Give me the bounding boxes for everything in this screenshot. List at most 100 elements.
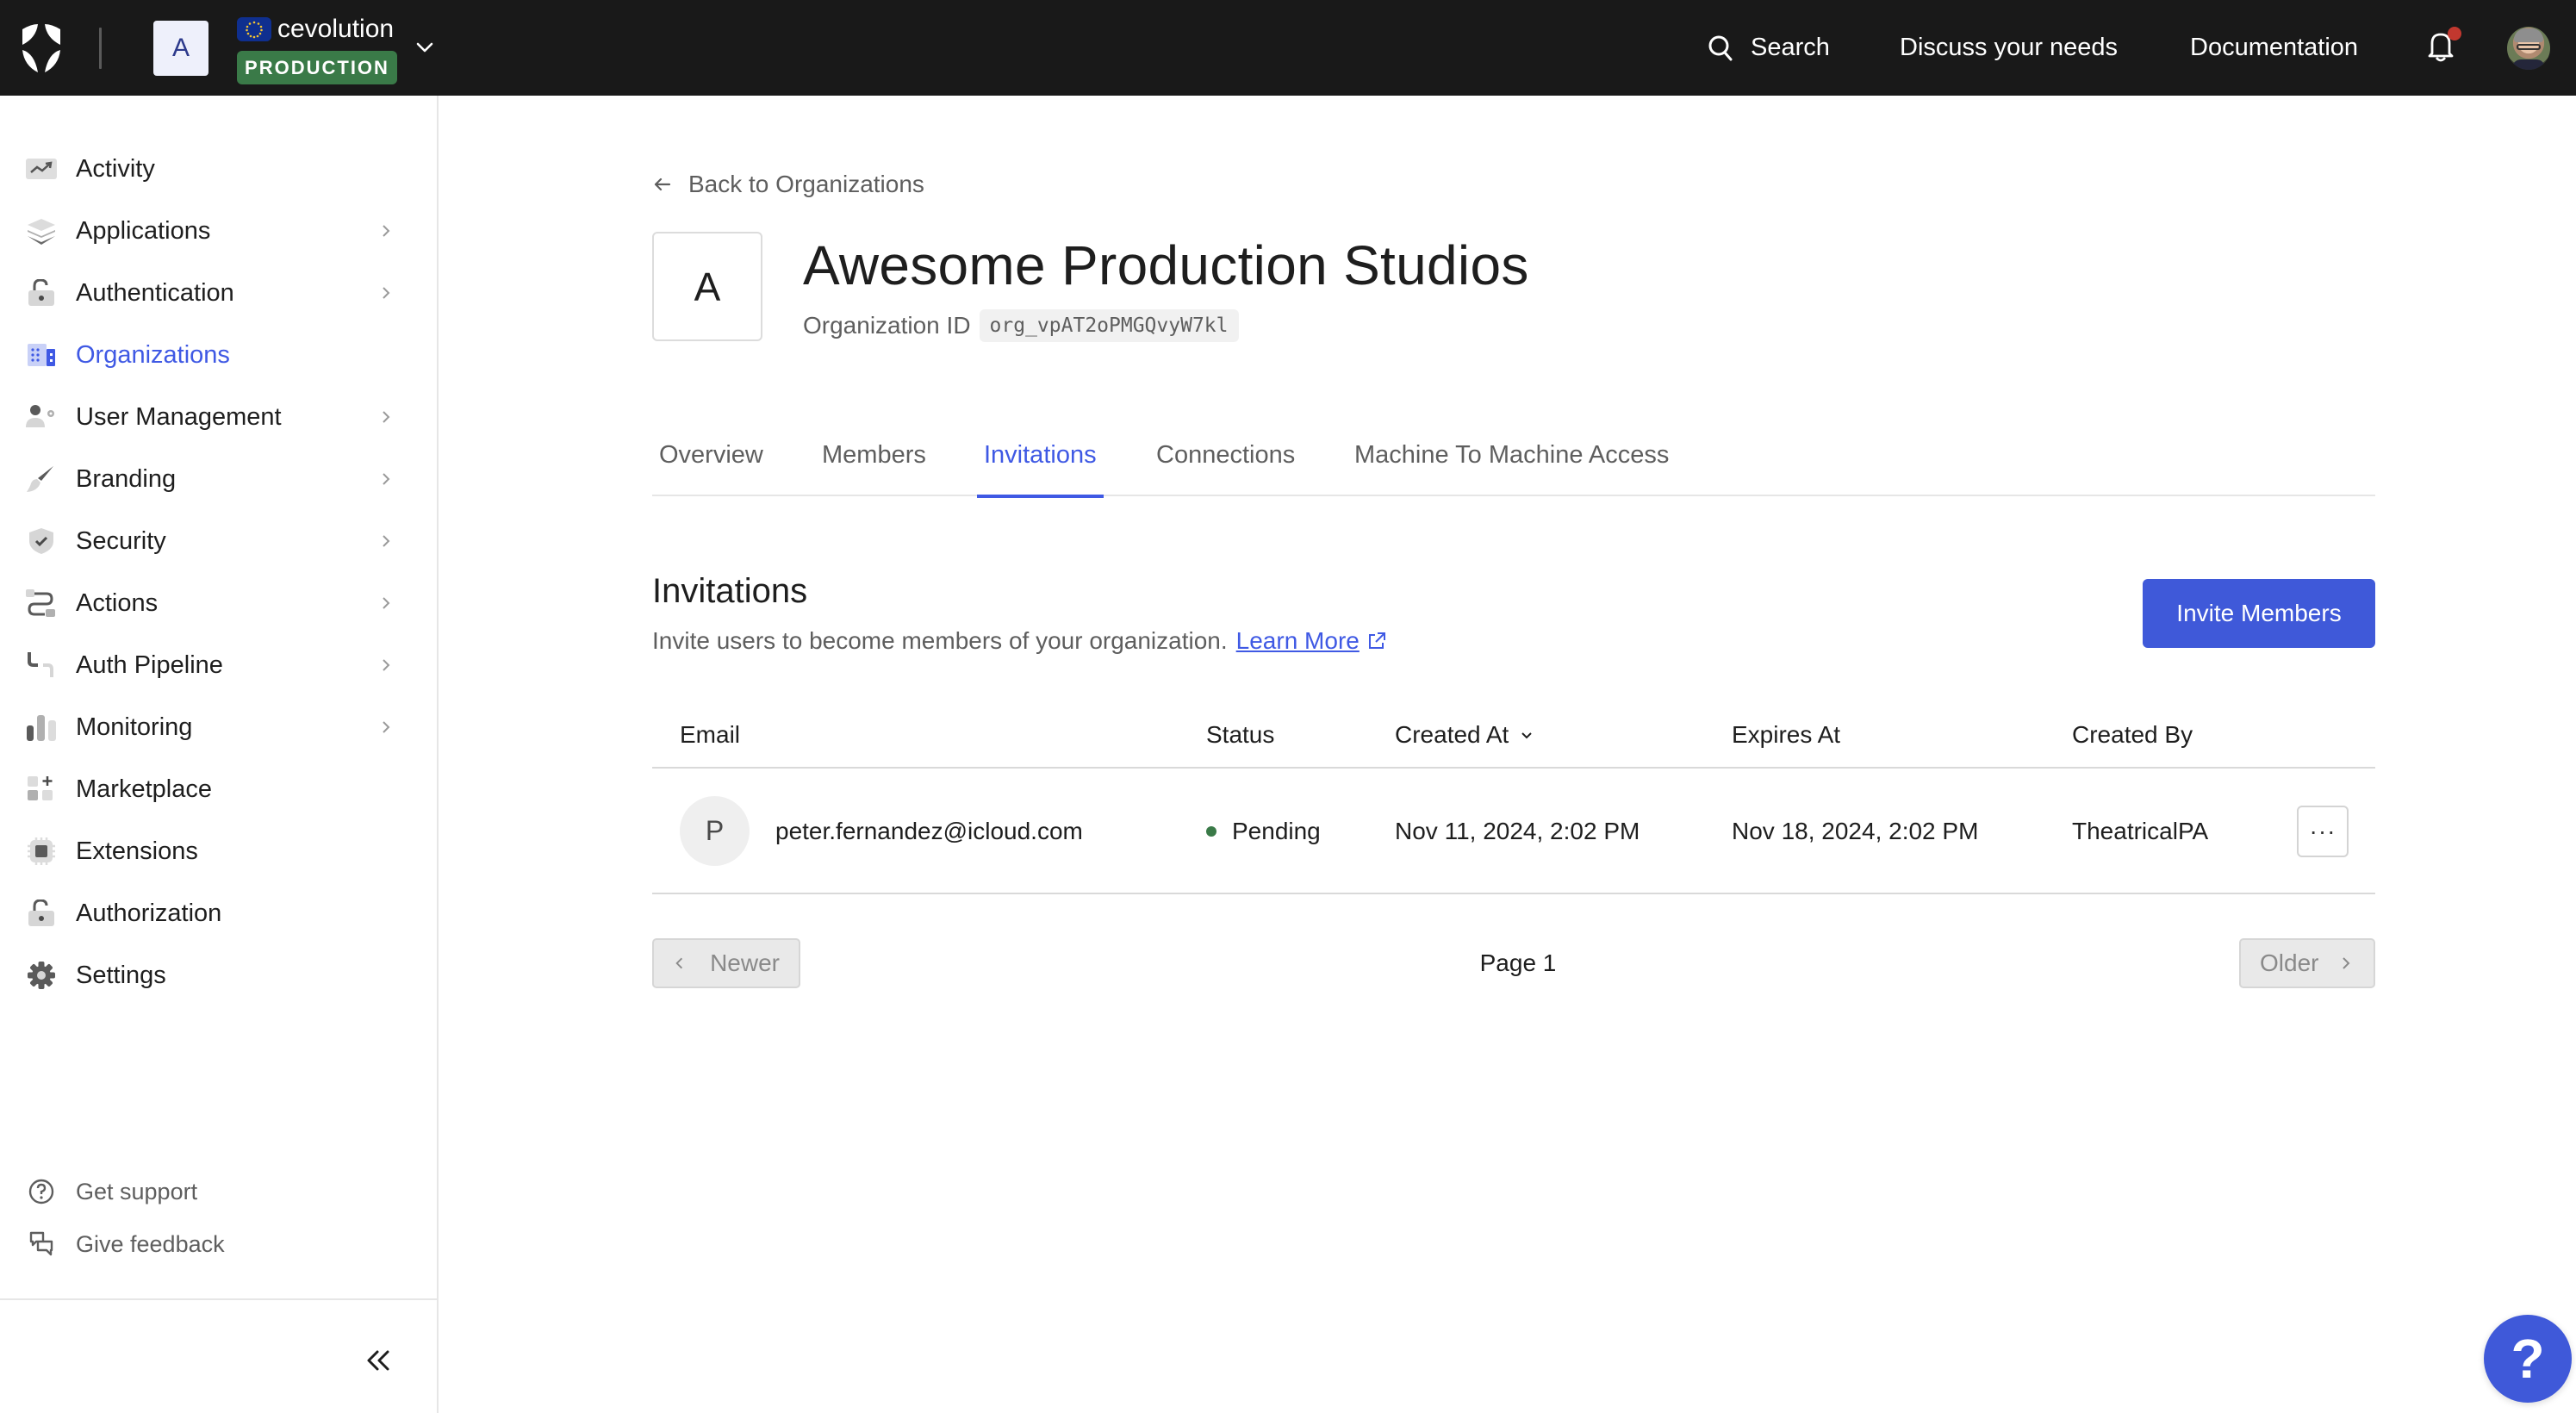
chevron-right-icon bbox=[383, 535, 390, 547]
tab-bar: Overview Members Invitations Connections… bbox=[652, 431, 2375, 498]
section-title: Invitations bbox=[652, 572, 808, 610]
back-link-label: Back to Organizations bbox=[688, 171, 924, 197]
table-header: Email Status Created At Expires At Creat… bbox=[652, 708, 2375, 769]
organization-id-row: Organization ID org_vpAT2oPMGQvyW7kl bbox=[803, 307, 1239, 345]
invitee-email: peter.fernandez@icloud.com bbox=[775, 818, 1083, 844]
sidebar-item-organizations[interactable]: Organizations bbox=[0, 327, 437, 383]
sidebar-item-branding[interactable]: Branding bbox=[0, 451, 437, 507]
tenant-name[interactable]: cevolution bbox=[277, 14, 394, 45]
sidebar-item-label: Extensions bbox=[76, 837, 198, 865]
created-at-value: Nov 11, 2024, 2:02 PM bbox=[1395, 818, 1640, 844]
sidebar-item-label: Security bbox=[76, 527, 166, 555]
notification-badge bbox=[2448, 27, 2461, 40]
table-row[interactable]: P peter.fernandez@icloud.com Pending Nov… bbox=[652, 770, 2375, 894]
sidebar-item-label: Marketplace bbox=[76, 775, 212, 803]
chevron-right-icon bbox=[383, 411, 390, 423]
search-icon bbox=[1708, 35, 1733, 60]
section-description: Invite users to become members of your o… bbox=[652, 626, 1387, 657]
invitee-avatar: P bbox=[680, 796, 750, 866]
unlock-icon bbox=[28, 279, 54, 306]
older-label: Older bbox=[2260, 949, 2319, 976]
column-header-created-by[interactable]: Created By bbox=[2072, 708, 2193, 762]
shield-check-icon bbox=[29, 528, 53, 554]
double-chevron-left-icon[interactable] bbox=[362, 1345, 396, 1376]
tab-connections[interactable]: Connections bbox=[1156, 431, 1295, 496]
row-more-actions-button[interactable]: ··· bbox=[2297, 806, 2349, 857]
get-support-link[interactable]: Get support bbox=[0, 1167, 437, 1216]
sidebar: Activity Applications Authentication Org… bbox=[0, 96, 439, 1413]
learn-more-link[interactable]: Learn More bbox=[1236, 626, 1360, 657]
help-chat-button[interactable]: ? bbox=[2484, 1315, 2572, 1403]
newer-page-button[interactable]: Newer bbox=[652, 938, 800, 988]
invite-members-button[interactable]: Invite Members bbox=[2143, 579, 2375, 648]
sidebar-item-settings[interactable]: Settings bbox=[0, 948, 437, 1003]
chevron-down-icon[interactable] bbox=[414, 36, 436, 59]
sidebar-item-label: Activity bbox=[76, 155, 155, 183]
tenant-avatar[interactable]: A bbox=[153, 21, 208, 76]
sidebar-item-applications[interactable]: Applications bbox=[0, 203, 437, 258]
sidebar-item-authentication[interactable]: Authentication bbox=[0, 265, 437, 321]
give-feedback-label: Give feedback bbox=[76, 1231, 225, 1257]
sort-chevron-down-icon bbox=[1521, 732, 1533, 739]
status-badge: Pending bbox=[1206, 770, 1321, 893]
chevron-right-icon bbox=[383, 659, 390, 671]
unlock-icon bbox=[28, 899, 54, 926]
external-link-icon[interactable] bbox=[1366, 631, 1387, 651]
activity-icon bbox=[26, 159, 57, 179]
chat-bubbles-icon bbox=[29, 1231, 53, 1256]
chevron-right-icon bbox=[383, 287, 390, 299]
sidebar-divider bbox=[0, 1298, 437, 1300]
sidebar-item-label: Organizations bbox=[76, 341, 230, 369]
tab-members[interactable]: Members bbox=[822, 431, 926, 496]
expires-at-value: Nov 18, 2024, 2:02 PM bbox=[1732, 818, 1979, 844]
building-icon bbox=[28, 344, 55, 366]
column-header-created-at[interactable]: Created At bbox=[1395, 708, 1534, 762]
sidebar-item-label: Branding bbox=[76, 465, 177, 493]
sidebar-item-security[interactable]: Security bbox=[0, 514, 437, 569]
eu-flag-icon bbox=[237, 17, 271, 41]
user-avatar[interactable] bbox=[2507, 27, 2550, 70]
give-feedback-link[interactable]: Give feedback bbox=[0, 1220, 437, 1268]
tab-invitations[interactable]: Invitations bbox=[977, 431, 1104, 498]
pagination: Newer Page 1 Older bbox=[652, 938, 2375, 988]
chevron-right-icon bbox=[383, 473, 390, 485]
older-page-button[interactable]: Older bbox=[2239, 938, 2375, 988]
search-button[interactable]: Search bbox=[1708, 0, 1830, 96]
grid-plus-icon bbox=[28, 776, 53, 800]
organization-id-label: Organization ID bbox=[803, 312, 971, 339]
search-label: Search bbox=[1751, 34, 1830, 61]
page-indicator: Page 1 bbox=[1479, 949, 1557, 976]
section-description-text: Invite users to become members of your o… bbox=[652, 627, 1228, 654]
tab-overview[interactable]: Overview bbox=[659, 431, 763, 496]
chevron-right-icon bbox=[383, 225, 390, 237]
organization-id-value[interactable]: org_vpAT2oPMGQvyW7kl bbox=[979, 309, 1239, 342]
documentation-link[interactable]: Documentation bbox=[2190, 0, 2358, 96]
sidebar-item-marketplace[interactable]: Marketplace bbox=[0, 762, 437, 817]
tab-machine-to-machine-access[interactable]: Machine To Machine Access bbox=[1354, 431, 1669, 496]
shield-logo-icon[interactable] bbox=[19, 22, 64, 74]
brush-icon bbox=[27, 466, 53, 492]
gear-icon bbox=[28, 962, 55, 989]
question-circle-icon bbox=[28, 1179, 54, 1204]
back-to-organizations-link[interactable]: Back to Organizations bbox=[652, 169, 924, 200]
layers-icon bbox=[28, 219, 55, 245]
created-by-value: TheatricalPA bbox=[2072, 818, 2209, 844]
sidebar-item-monitoring[interactable]: Monitoring bbox=[0, 700, 437, 755]
sidebar-item-activity[interactable]: Activity bbox=[0, 141, 437, 196]
status-dot-icon bbox=[1206, 826, 1216, 837]
sidebar-item-auth-pipeline[interactable]: Auth Pipeline bbox=[0, 638, 437, 693]
organization-avatar: A bbox=[652, 232, 762, 341]
discuss-needs-link[interactable]: Discuss your needs bbox=[1900, 0, 2118, 96]
status-label: Pending bbox=[1232, 818, 1321, 844]
sidebar-item-user-management[interactable]: User Management bbox=[0, 389, 437, 445]
sidebar-item-label: Applications bbox=[76, 217, 211, 245]
sidebar-item-authorization[interactable]: Authorization bbox=[0, 886, 437, 941]
top-bar: A cevolution PRODUCTION Search Discuss y… bbox=[0, 0, 2576, 96]
flow-icon bbox=[26, 589, 55, 617]
sidebar-item-label: Authentication bbox=[76, 279, 234, 307]
sidebar-item-extensions[interactable]: Extensions bbox=[0, 824, 437, 879]
sidebar-item-actions[interactable]: Actions bbox=[0, 576, 437, 631]
column-header-email[interactable]: Email bbox=[680, 708, 740, 762]
column-header-expires-at[interactable]: Expires At bbox=[1732, 708, 1840, 762]
column-header-status[interactable]: Status bbox=[1206, 708, 1274, 762]
